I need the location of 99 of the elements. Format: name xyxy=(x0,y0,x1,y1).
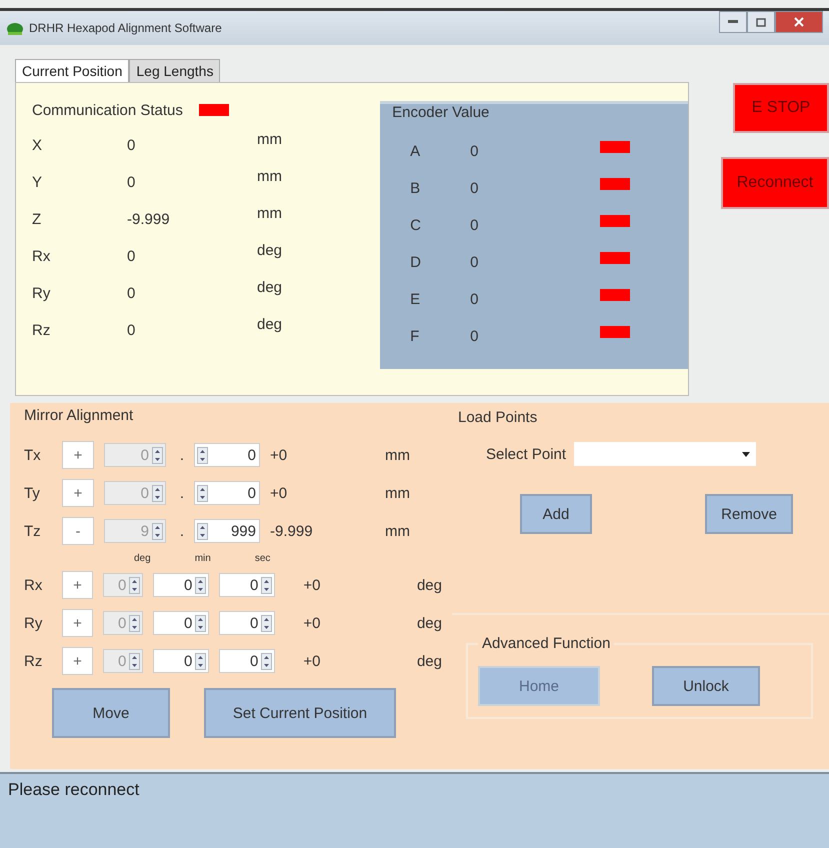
axis-label: Ty xyxy=(24,484,41,502)
result-value: +0 xyxy=(302,652,322,670)
unit-label: deg xyxy=(257,242,284,259)
spin-box[interactable]: 0 xyxy=(153,649,210,673)
result-value: +0 xyxy=(302,576,322,594)
result-value: -9.999 xyxy=(269,522,314,540)
encoder-value: 0 xyxy=(470,328,480,345)
axis-label: Z xyxy=(32,211,42,228)
encoder-value: 0 xyxy=(470,143,480,160)
maximize-button[interactable] xyxy=(747,11,775,33)
unit-label: mm xyxy=(384,484,410,502)
spin-box[interactable]: 0 xyxy=(153,573,210,597)
minimize-icon xyxy=(728,20,738,24)
encoder-label: F xyxy=(410,328,420,345)
column-header: sec xyxy=(254,552,270,564)
axis-label: Tx xyxy=(24,446,42,464)
encoder-label: C xyxy=(410,217,422,234)
encoder-label: E xyxy=(410,291,422,308)
encoder-value: 0 xyxy=(470,291,480,308)
result-value: +0 xyxy=(269,484,288,502)
spin-box[interactable]: 0 xyxy=(219,573,276,597)
action-button[interactable]: Set Current Position xyxy=(204,688,396,738)
spinner-arrows-icon[interactable] xyxy=(197,484,208,502)
sign-button[interactable]: + xyxy=(62,479,94,507)
unit-label: deg xyxy=(257,316,284,333)
encoder-label: D xyxy=(410,254,422,271)
unit-label: mm xyxy=(384,446,410,464)
encoder-value: 0 xyxy=(470,180,480,197)
decimal-separator: . xyxy=(178,446,186,464)
group-title: Load Points xyxy=(458,409,538,426)
sign-button[interactable]: + xyxy=(62,441,94,469)
unit-label: mm xyxy=(257,131,283,148)
encoder-value: 0 xyxy=(470,217,480,234)
unit-label: deg xyxy=(416,576,442,594)
minimize-button[interactable] xyxy=(719,11,747,33)
axis-label: Rz xyxy=(32,322,52,339)
position-value: 0 xyxy=(127,174,136,191)
position-value: 0 xyxy=(127,285,136,302)
maximize-icon xyxy=(756,18,766,26)
result-value: +0 xyxy=(302,614,322,632)
sign-button[interactable]: - xyxy=(62,517,94,545)
communication-label: Communication Status xyxy=(32,102,183,118)
close-button[interactable] xyxy=(775,11,823,33)
spinner-arrows-icon[interactable] xyxy=(195,576,206,594)
window-title: DRHR Hexapod Alignment Software xyxy=(29,21,222,35)
tab[interactable]: Current Position xyxy=(15,59,130,82)
axis-label: Rz xyxy=(24,652,44,670)
spin-box[interactable]: 0 xyxy=(219,611,276,635)
unit-label: deg xyxy=(257,279,284,296)
spin-box[interactable]: 0 xyxy=(153,611,210,635)
tab[interactable]: Leg Lengths xyxy=(129,59,220,82)
group-title: Mirror Alignment xyxy=(24,407,134,424)
spinner-arrows-icon[interactable] xyxy=(261,614,272,632)
spin-box[interactable]: 999 xyxy=(194,519,260,543)
select-label: Select Point xyxy=(486,446,566,462)
axis-label: Y xyxy=(32,174,44,191)
unit-label: mm xyxy=(257,205,283,222)
axis-label: Rx xyxy=(32,248,52,265)
unit-label: mm xyxy=(384,522,410,540)
close-icon xyxy=(794,17,804,27)
action-button[interactable]: Add xyxy=(520,494,592,534)
encoder-label: B xyxy=(410,180,422,197)
spinner-arrows-icon[interactable] xyxy=(195,614,206,632)
action-button[interactable]: Unlock xyxy=(652,666,760,706)
spin-box[interactable]: 0 xyxy=(219,649,276,673)
axis-label: Ry xyxy=(32,285,52,302)
spinner-arrows-icon[interactable] xyxy=(197,446,208,464)
app-icon xyxy=(6,20,24,36)
axis-label: Ry xyxy=(24,614,44,632)
action-button[interactable]: Remove xyxy=(705,494,793,534)
decimal-separator: . xyxy=(178,484,186,502)
column-header: deg xyxy=(134,552,151,564)
position-value: -9.999 xyxy=(127,211,171,228)
position-value: 0 xyxy=(127,137,136,154)
action-button[interactable]: Move xyxy=(52,688,170,738)
sign-button[interactable]: + xyxy=(62,609,94,637)
spinner-arrows-icon[interactable] xyxy=(261,576,272,594)
unit-label: deg xyxy=(416,652,442,670)
encoder-label: A xyxy=(410,143,422,160)
decimal-separator: . xyxy=(178,522,186,540)
status-message: Please reconnect xyxy=(8,780,140,799)
sign-button[interactable]: + xyxy=(62,647,94,675)
axis-label: X xyxy=(32,137,44,154)
axis-label: Tz xyxy=(24,522,42,540)
spin-box[interactable]: 0 xyxy=(194,443,260,467)
encoder-value: 0 xyxy=(470,254,480,271)
column-header: min xyxy=(194,552,211,564)
unit-label: mm xyxy=(257,168,283,185)
axis-label: Rx xyxy=(24,576,44,594)
dropdown-arrow-icon xyxy=(742,452,750,456)
position-value: 0 xyxy=(127,322,136,339)
spinner-arrows-icon[interactable] xyxy=(197,522,208,540)
spinner-arrows-icon[interactable] xyxy=(261,652,272,670)
spin-box[interactable]: 0 xyxy=(194,481,260,505)
sign-button[interactable]: + xyxy=(62,571,94,599)
result-value: +0 xyxy=(269,446,288,464)
position-value: 0 xyxy=(127,248,136,265)
spinner-arrows-icon[interactable] xyxy=(195,652,206,670)
unit-label: deg xyxy=(416,614,442,632)
